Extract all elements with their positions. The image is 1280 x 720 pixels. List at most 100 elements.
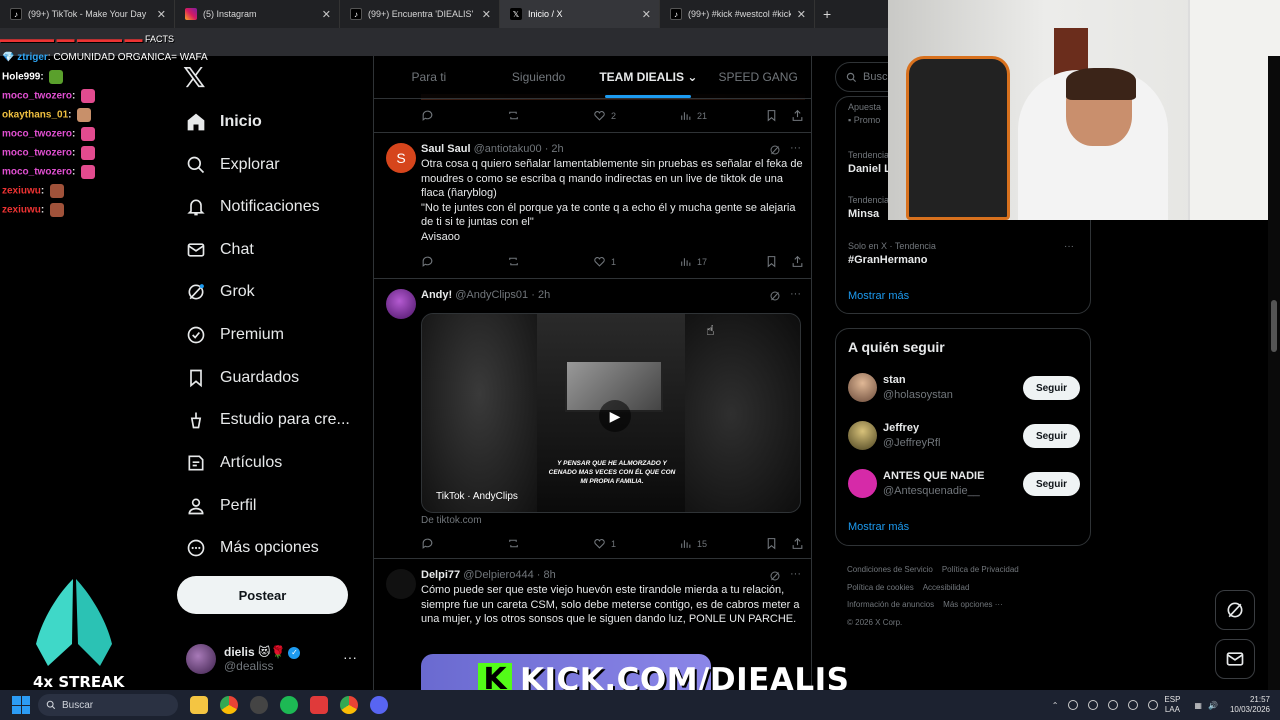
views-button[interactable]: 21 [679, 109, 707, 122]
browser-tab-active[interactable]: 𝕏 Inicio / X ✕ [500, 0, 660, 28]
reply-button[interactable] [421, 109, 439, 122]
like-button[interactable]: 1 [593, 537, 616, 550]
share-button[interactable] [791, 109, 809, 122]
follow-button[interactable]: Seguir [1023, 376, 1080, 400]
chat-message: zexiuwu: [2, 203, 65, 217]
tray-icon[interactable] [1068, 700, 1079, 710]
nav-grok[interactable]: Grok [184, 277, 255, 307]
play-icon[interactable]: ▶ [599, 400, 631, 432]
avatar[interactable]: S [386, 143, 416, 173]
close-icon[interactable]: ✕ [322, 8, 331, 21]
trend-item[interactable]: Solo en X · Tendencia #GranHermano ··· [848, 241, 1078, 266]
emote-icon [49, 70, 64, 84]
close-icon[interactable]: ✕ [482, 8, 491, 21]
reply-button[interactable] [421, 537, 439, 550]
tab-speed-gang[interactable]: SPEED GANG [703, 56, 811, 98]
scrollbar[interactable] [1268, 56, 1280, 696]
video-player[interactable]: ▶ Y PENSAR QUE HE ALMORZADO Y CENADO MAS… [421, 313, 801, 513]
like-button[interactable]: 2 [593, 109, 616, 122]
avatar[interactable] [386, 289, 416, 319]
account-switcher[interactable]: dielis 😻🌹 ✓ @dealiss ··· [186, 639, 361, 679]
chrome-icon[interactable] [220, 696, 238, 714]
microphone-icon[interactable] [1148, 700, 1159, 710]
pinned-message: ▬▬▬▬▬▬ ▬▬ ▬▬▬▬▬ ▬▬ FACTS [0, 34, 175, 44]
tweet[interactable]: S Saul Saul @antiotaku00 · 2h ··· Otra c… [374, 133, 811, 279]
show-more-follow-link[interactable]: Mostrar más [848, 521, 909, 533]
tweet-text: Cómo puede ser que este viejo huevón est… [421, 584, 800, 625]
more-icon[interactable]: ··· [790, 142, 801, 154]
tray-icon[interactable] [1088, 700, 1099, 710]
like-button[interactable]: 1 [593, 255, 616, 268]
tab-following[interactable]: Siguiendo [484, 56, 594, 98]
tab-team-diealis[interactable]: TEAM DIEALIS ⌄ [594, 56, 704, 98]
share-button[interactable] [791, 255, 809, 268]
grok-icon[interactable] [769, 570, 781, 582]
more-icon[interactable]: ··· [790, 288, 801, 300]
nav-premium[interactable]: Premium [184, 320, 284, 350]
nav-profile[interactable]: Perfil [184, 491, 256, 521]
verified-icon [184, 323, 208, 347]
tab-for-you[interactable]: Para ti [374, 56, 484, 98]
repost-button[interactable] [507, 537, 525, 550]
more-icon[interactable]: ··· [1064, 241, 1074, 252]
windows-start-icon[interactable] [12, 696, 30, 714]
app-icon[interactable] [310, 696, 328, 714]
follow-suggestion[interactable]: ANTES QUE NADIE @Antesquenadie__ Seguir [848, 467, 1080, 501]
follow-button[interactable]: Seguir [1023, 424, 1080, 448]
obs-icon[interactable] [250, 696, 268, 714]
network-icon[interactable]: ▦ [1194, 701, 1202, 710]
promoted-icon: ▪ [848, 115, 852, 125]
discord-icon[interactable] [370, 696, 388, 714]
grok-icon[interactable] [769, 290, 781, 302]
emote-icon [50, 184, 65, 198]
taskbar-search[interactable]: Buscar [38, 694, 178, 716]
language-indicator[interactable]: ESP LAA [1164, 695, 1180, 715]
repost-button[interactable] [507, 255, 525, 268]
avatar[interactable] [386, 569, 416, 599]
volume-icon[interactable]: 🔊 [1208, 701, 1218, 710]
close-icon[interactable]: ✕ [797, 8, 806, 21]
new-tab-icon[interactable]: + [823, 6, 831, 22]
tweet-actions: 1 15 [421, 537, 805, 553]
file-explorer-icon[interactable] [190, 696, 208, 714]
repost-button[interactable] [507, 109, 525, 122]
post-button[interactable]: Postear [177, 576, 348, 614]
browser-tab[interactable]: ♪ (99+) #kick #westcol #kickclips ✕ [660, 0, 815, 28]
show-more-trends-link[interactable]: Mostrar más [848, 290, 909, 302]
clock[interactable]: 21:57 10/03/2026 [1230, 695, 1270, 715]
scrollbar-thumb[interactable] [1271, 300, 1277, 352]
nav-more-options[interactable]: Más opciones [184, 533, 319, 563]
follow-suggestion[interactable]: Jeffrey @JeffreyRfl Seguir [848, 419, 1080, 453]
spotify-icon[interactable] [280, 696, 298, 714]
emote-icon [81, 165, 96, 179]
share-button[interactable] [791, 537, 809, 550]
follow-suggestion[interactable]: stan @holasoystan Seguir [848, 371, 1080, 405]
more-icon[interactable]: ··· [790, 568, 801, 580]
chat-message: zexiuwu: [2, 184, 65, 198]
views-button[interactable]: 15 [679, 537, 707, 550]
views-button[interactable]: 17 [679, 255, 707, 268]
follow-button[interactable]: Seguir [1023, 472, 1080, 496]
nav-articles[interactable]: Artículos [184, 448, 282, 478]
chevron-up-icon[interactable]: ⌃ [1052, 701, 1059, 710]
messages-float-button[interactable] [1215, 639, 1255, 679]
timeline[interactable]: Para ti Siguiendo TEAM DIEALIS ⌄ SPEED G… [373, 56, 812, 696]
nav-bookmarks[interactable]: Guardados [184, 363, 299, 393]
tray-icon[interactable] [1128, 700, 1139, 710]
nav-creator-studio[interactable]: Estudio para cre... [184, 405, 350, 435]
chrome-icon[interactable] [340, 696, 358, 714]
tray-icon[interactable] [1108, 700, 1119, 710]
video-blur-left [422, 314, 537, 512]
grok-float-button[interactable] [1215, 590, 1255, 630]
bookmark-button[interactable] [765, 537, 783, 550]
bookmark-button[interactable] [765, 255, 783, 268]
more-icon[interactable]: ··· [343, 649, 357, 665]
link-domain[interactable]: De tiktok.com [421, 515, 482, 526]
browser-tab[interactable]: ♪ (99+) Encuentra 'DIEALIS' en TikTok ✕ [340, 0, 500, 28]
close-icon[interactable]: ✕ [642, 8, 651, 21]
nav-chat[interactable]: Chat [184, 235, 254, 265]
grok-icon[interactable] [769, 144, 781, 156]
reply-button[interactable] [421, 255, 439, 268]
article-icon [184, 451, 208, 475]
bookmark-button[interactable] [765, 109, 783, 122]
